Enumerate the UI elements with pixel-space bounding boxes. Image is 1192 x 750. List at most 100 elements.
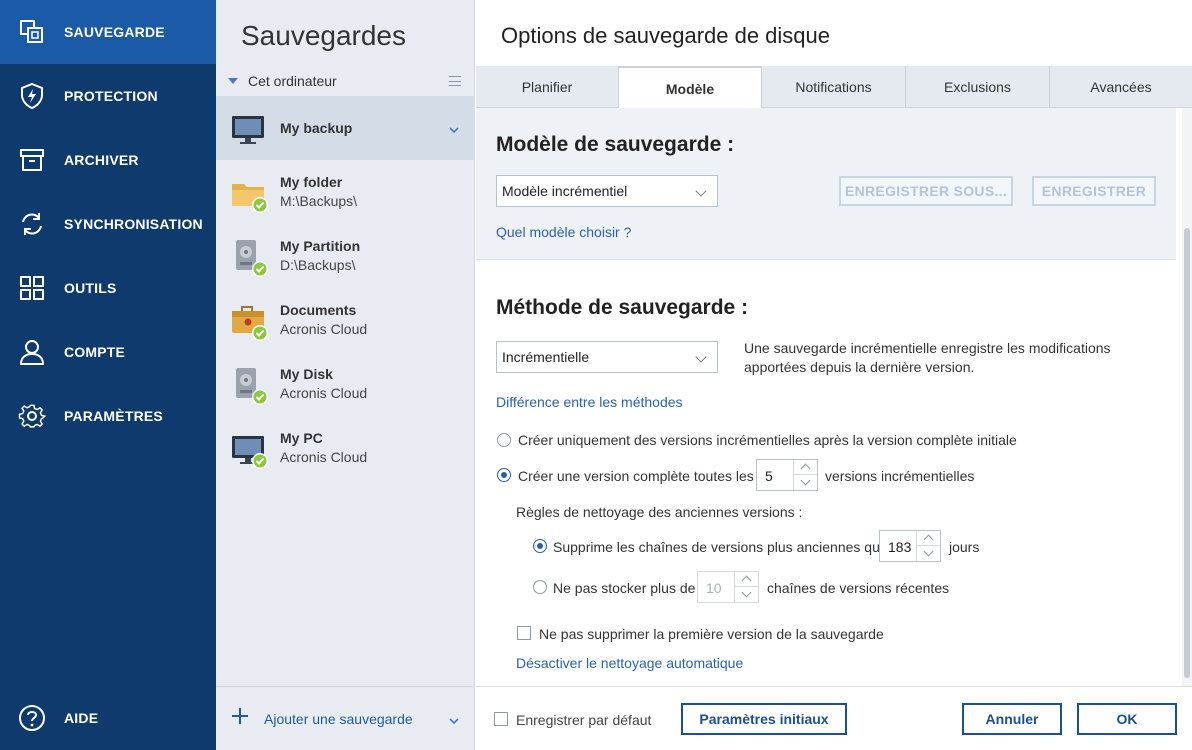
backup-destination: Acronis Cloud	[280, 449, 368, 465]
nav-item-parametres[interactable]: PARAMÈTRES	[0, 384, 216, 448]
backup-item-documents[interactable]: Documents Acronis Cloud	[216, 288, 475, 352]
scheme-dropdown[interactable]: Modèle incrémentiel	[496, 175, 718, 207]
backup-item-my-partition[interactable]: My Partition D:\Backups\	[216, 224, 475, 288]
radio-full-every-n[interactable]	[497, 468, 511, 482]
keep-first-version-label: Ne pas supprimer la première version de …	[539, 626, 884, 642]
cancel-button[interactable]: Annuler	[962, 703, 1062, 735]
method-heading: Méthode de sauvegarde :	[496, 296, 749, 319]
add-backup-link[interactable]: Ajouter une sauvegarde	[264, 711, 413, 727]
nav-label: PARAMÈTRES	[64, 408, 163, 424]
backup-item-my-folder[interactable]: My folder M:\Backups\	[216, 160, 475, 224]
radio-incremental-only[interactable]	[497, 433, 511, 447]
backup-item-my-disk[interactable]: My Disk Acronis Cloud	[216, 352, 475, 416]
backup-destination: M:\Backups\	[280, 193, 358, 209]
nav-label: SYNCHRONISATION	[64, 216, 203, 232]
methods-difference-link[interactable]: Différence entre les méthodes	[496, 394, 683, 410]
backup-name: My Partition	[280, 238, 361, 254]
nav-item-outils[interactable]: OUTILS	[0, 256, 216, 320]
chevron-up-icon[interactable]	[917, 531, 940, 546]
tab-modele[interactable]: Modèle	[619, 66, 762, 109]
nav-item-compte[interactable]: COMPTE	[0, 320, 216, 384]
chevron-down-icon[interactable]	[449, 713, 459, 725]
radio-full-every-n-suffix: versions incrémentielles	[825, 468, 975, 484]
add-backup-bar: Ajouter une sauvegarde	[216, 686, 475, 750]
save-default-label: Enregistrer par défaut	[516, 712, 652, 728]
save-button[interactable]: ENREGISTRER	[1032, 176, 1156, 206]
nav-item-archiver[interactable]: ARCHIVER	[0, 128, 216, 192]
shield-bolt-icon	[18, 82, 46, 110]
monitor-icon	[230, 110, 270, 150]
monitor-icon	[230, 430, 270, 470]
scheme-dropdown-value: Modèle incrémentiel	[502, 183, 628, 199]
tab-planifier[interactable]: Planifier	[476, 66, 619, 108]
backup-name: Documents	[280, 302, 357, 318]
backup-destination: Acronis Cloud	[280, 385, 368, 401]
help-icon	[18, 704, 46, 732]
tab-avancees[interactable]: Avancées	[1050, 66, 1192, 108]
disable-auto-cleanup-link[interactable]: Désactiver le nettoyage automatique	[516, 655, 743, 671]
method-description: Une sauvegarde incrémentielle enregistre…	[744, 340, 1111, 375]
nav-item-sauvegarde[interactable]: SAUVEGARDE	[0, 0, 216, 64]
radio-cleanup-max-chains[interactable]	[533, 580, 547, 594]
stepper-buttons	[916, 531, 940, 561]
stepper-buttons	[734, 572, 758, 602]
user-icon	[18, 338, 46, 366]
cleanup-max-chains-label: Ne pas stocker plus de	[553, 580, 696, 596]
section-this-computer[interactable]: Cet ordinateur	[216, 70, 475, 94]
hard-disk-icon	[230, 238, 270, 278]
stepper-value: 5	[765, 468, 773, 484]
options-header: Options de sauvegarde de disque	[476, 0, 1192, 66]
chevron-down-icon	[695, 351, 707, 363]
options-content: Modèle de sauvegarde : Modèle incrémenti…	[476, 108, 1176, 686]
folder-icon	[230, 174, 270, 214]
ok-button[interactable]: OK	[1077, 703, 1177, 735]
cleanup-chains-stepper[interactable]: 10	[697, 571, 759, 603]
reset-settings-button[interactable]: Paramètres initiaux	[681, 703, 847, 735]
radio-cleanup-older-than[interactable]	[533, 539, 547, 553]
nav-label: OUTILS	[64, 280, 117, 296]
options-tabs: Planifier Modèle Notifications Exclusion…	[476, 66, 1192, 109]
options-footer: Enregistrer par défaut Paramètres initia…	[476, 686, 1192, 750]
scheme-section: Modèle de sauvegarde : Modèle incrémenti…	[476, 108, 1176, 260]
save-default-checkbox[interactable]	[494, 712, 508, 726]
grid-icon	[18, 274, 46, 302]
nav-item-protection[interactable]: PROTECTION	[0, 64, 216, 128]
backups-title: Sauvegardes	[241, 20, 407, 51]
chevron-up-icon[interactable]	[735, 572, 758, 587]
backup-name: My PC	[280, 430, 323, 446]
method-dropdown-value: Incrémentielle	[502, 349, 590, 365]
chevron-up-icon[interactable]	[794, 460, 817, 475]
nav-item-synchronisation[interactable]: SYNCHRONISATION	[0, 192, 216, 256]
chevron-down-icon[interactable]	[735, 587, 758, 602]
stepper-buttons	[793, 460, 817, 490]
backup-item-my-backup[interactable]: My backup	[216, 96, 475, 160]
stepper-value: 10	[706, 580, 722, 596]
keep-first-version-checkbox[interactable]	[517, 626, 531, 640]
plus-icon[interactable]	[231, 707, 249, 725]
cleanup-days-stepper[interactable]: 183	[879, 530, 941, 562]
hamburger-menu-icon[interactable]	[449, 76, 461, 86]
which-scheme-link[interactable]: Quel modèle choisir ?	[496, 224, 631, 240]
section-label: Cet ordinateur	[248, 73, 337, 89]
save-as-button[interactable]: ENREGISTRER SOUS...	[839, 176, 1013, 206]
cleanup-older-than-label: Supprime les chaînes de versions plus an…	[553, 539, 888, 555]
backup-name: My backup	[280, 120, 353, 136]
chevron-down-icon[interactable]	[794, 475, 817, 490]
content-scrollbar[interactable]	[1182, 108, 1192, 686]
nav-label: PROTECTION	[64, 88, 158, 104]
backup-name: My folder	[280, 174, 343, 190]
tab-notifications[interactable]: Notifications	[762, 66, 906, 108]
full-every-n-stepper[interactable]: 5	[756, 459, 818, 491]
scrollbar-thumb[interactable]	[1184, 228, 1190, 678]
chevron-down-icon[interactable]	[917, 546, 940, 561]
backup-item-my-pc[interactable]: My PC Acronis Cloud	[216, 416, 475, 480]
chevron-down-icon[interactable]	[449, 122, 459, 134]
archive-box-icon	[18, 146, 46, 174]
nav-item-aide[interactable]: AIDE	[0, 686, 216, 750]
method-dropdown[interactable]: Incrémentielle	[496, 341, 718, 373]
caret-down-icon	[228, 78, 238, 84]
stepper-value: 183	[888, 539, 912, 555]
copy-icon	[18, 18, 46, 46]
cleanup-heading: Règles de nettoyage des anciennes versio…	[516, 504, 803, 520]
tab-exclusions[interactable]: Exclusions	[906, 66, 1050, 108]
